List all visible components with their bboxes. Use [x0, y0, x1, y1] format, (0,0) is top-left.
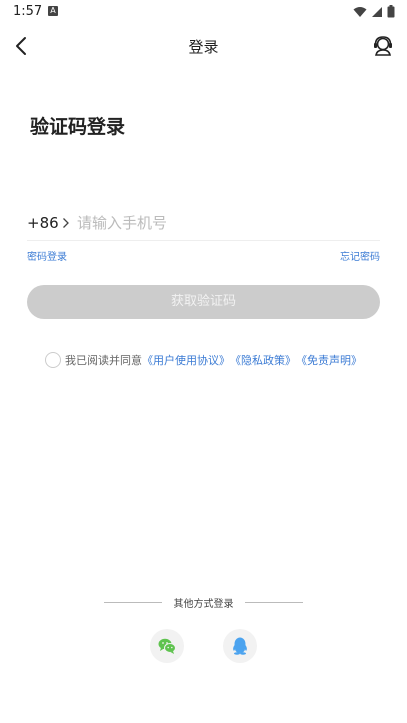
agreement-row: 我已阅读并同意 《用户使用协议》 《隐私政策》 《免责声明》: [45, 351, 362, 369]
wechat-icon: [158, 638, 176, 654]
battery-icon: [387, 5, 395, 18]
customer-service-button[interactable]: [371, 34, 395, 58]
app-header: 登录: [0, 24, 407, 68]
privacy-policy-link[interactable]: 《隐私政策》: [230, 352, 296, 368]
other-login-divider: 其他方式登录: [104, 594, 303, 610]
status-icons: [353, 5, 395, 18]
disclaimer-link[interactable]: 《免责声明》: [296, 352, 362, 368]
user-agreement-link[interactable]: 《用户使用协议》: [142, 352, 230, 368]
status-bar: 1:57 A: [0, 0, 407, 24]
wifi-icon: [353, 6, 367, 17]
login-page: 1:57 A 登录 验证码登录 +86 请输入手机号 密码登录 忘记密码 获取验…: [0, 0, 407, 723]
qq-icon: [233, 637, 247, 655]
page-title: 登录: [188, 38, 219, 56]
status-time: 1:57: [13, 4, 43, 19]
password-login-link[interactable]: 密码登录: [27, 248, 67, 263]
forgot-password-link[interactable]: 忘记密码: [340, 248, 380, 263]
agreement-checkbox[interactable]: [45, 352, 61, 368]
phone-number-input[interactable]: [77, 210, 377, 236]
country-code-selector[interactable]: +86: [27, 214, 59, 232]
qq-login-button[interactable]: [223, 629, 257, 663]
customer-service-icon: [374, 36, 392, 56]
get-verification-code-button[interactable]: 获取验证码: [27, 285, 380, 319]
login-method-title: 验证码登录: [30, 116, 126, 138]
divider-line: [245, 602, 303, 603]
phone-input-row: +86: [27, 208, 380, 241]
cellular-signal-icon: [372, 6, 382, 17]
notification-icon: A: [48, 6, 58, 16]
agreement-prefix: 我已阅读并同意: [65, 354, 142, 367]
chevron-right-icon[interactable]: [62, 217, 70, 229]
wechat-login-button[interactable]: [150, 629, 184, 663]
